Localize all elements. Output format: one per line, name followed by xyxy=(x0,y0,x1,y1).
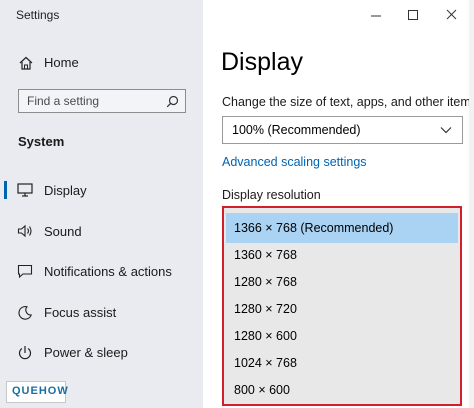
monitor-icon xyxy=(17,183,33,197)
watermark-logo: QUEHOW xyxy=(6,381,69,403)
maximize-icon xyxy=(408,10,418,20)
minimize-icon xyxy=(371,15,381,17)
resolution-option[interactable]: 1366 × 768 (Recommended) xyxy=(226,213,458,243)
resolution-label: Display resolution xyxy=(222,188,321,202)
sidebar-item-label: Home xyxy=(44,55,79,70)
search-input[interactable] xyxy=(19,90,165,112)
close-button[interactable] xyxy=(441,6,463,24)
sidebar-item-label: Power & sleep xyxy=(44,345,128,360)
resolution-option-label: 1280 × 720 xyxy=(234,302,297,316)
sidebar: Settings Home System D xyxy=(0,0,203,408)
window-title: Settings xyxy=(16,8,60,22)
moon-icon xyxy=(18,306,33,320)
sidebar-item-notifications[interactable]: Notifications & actions xyxy=(0,256,203,286)
advanced-scaling-link[interactable]: Advanced scaling settings xyxy=(222,155,367,169)
sidebar-item-sound[interactable]: Sound xyxy=(0,216,203,246)
power-icon xyxy=(18,346,32,360)
resolution-option[interactable]: 1280 × 720 xyxy=(226,294,458,324)
sidebar-item-label: Focus assist xyxy=(44,305,117,320)
settings-window: Settings Home System D xyxy=(0,0,474,408)
speaker-icon xyxy=(17,224,32,238)
sidebar-item-label: Sound xyxy=(44,224,82,239)
active-indicator xyxy=(4,181,7,199)
resolution-option[interactable]: 1024 × 768 xyxy=(226,348,458,378)
search-box[interactable] xyxy=(18,89,186,113)
resolution-list: 1366 × 768 (Recommended) 1360 × 768 1280… xyxy=(222,206,462,406)
notification-icon xyxy=(17,264,33,278)
main-pane: Display Change the size of text, apps, a… xyxy=(203,0,474,408)
close-icon xyxy=(446,9,457,20)
resolution-option[interactable]: 1280 × 768 xyxy=(226,267,458,297)
resolution-option[interactable]: 1280 × 600 xyxy=(226,321,458,351)
sidebar-item-power-sleep[interactable]: Power & sleep xyxy=(0,337,203,367)
section-label-system: System xyxy=(18,134,65,149)
watermark-text: QUEHOW xyxy=(12,385,69,397)
resolution-option[interactable]: 800 × 600 xyxy=(226,375,458,404)
resolution-option-label: 1280 × 768 xyxy=(234,275,297,289)
resolution-option[interactable]: 1360 × 768 xyxy=(226,240,458,270)
scale-dropdown-value: 100% (Recommended) xyxy=(232,123,361,137)
maximize-button[interactable] xyxy=(402,6,424,24)
resolution-option-label: 1360 × 768 xyxy=(234,248,297,262)
sidebar-item-home[interactable]: Home xyxy=(0,50,203,76)
window-edge xyxy=(469,0,474,408)
home-icon xyxy=(19,56,33,70)
scale-dropdown[interactable]: 100% (Recommended) xyxy=(222,116,463,144)
sidebar-item-focus-assist[interactable]: Focus assist xyxy=(0,297,203,327)
resolution-option-label: 1280 × 600 xyxy=(234,329,297,343)
minimize-button[interactable] xyxy=(365,6,387,24)
resolution-option-label: 1024 × 768 xyxy=(234,356,297,370)
sidebar-item-label: Display xyxy=(44,183,87,198)
scale-label: Change the size of text, apps, and other… xyxy=(222,95,474,109)
search-icon[interactable] xyxy=(166,95,179,108)
sidebar-item-label: Notifications & actions xyxy=(44,264,172,279)
resolution-option-label: 800 × 600 xyxy=(234,383,290,397)
page-title: Display xyxy=(221,48,303,76)
resolution-option-label: 1366 × 768 (Recommended) xyxy=(234,221,394,235)
chevron-down-icon xyxy=(440,127,452,134)
sidebar-item-display[interactable]: Display xyxy=(0,175,203,205)
